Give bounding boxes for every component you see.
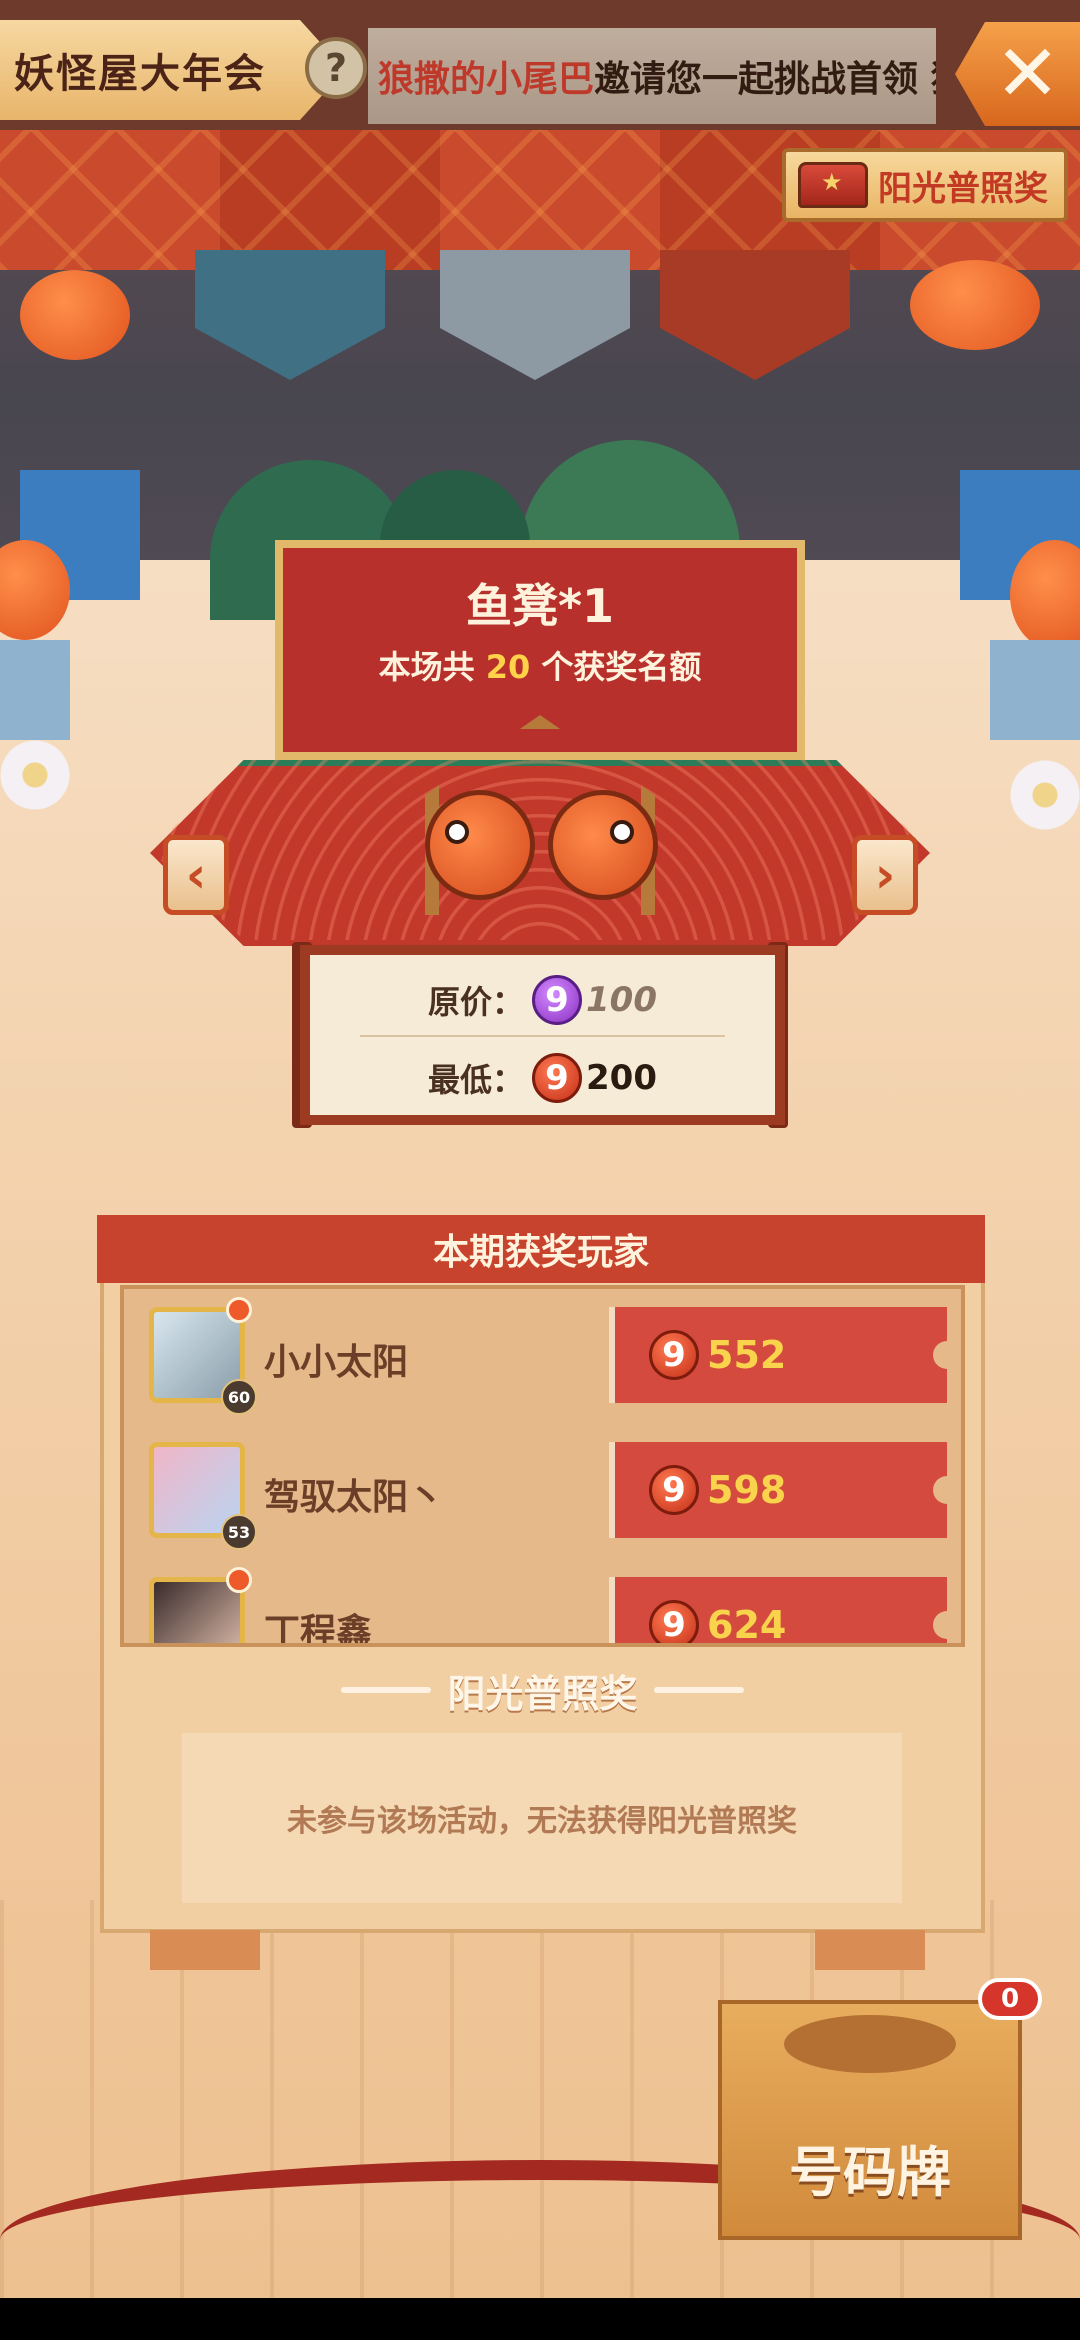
list-item[interactable]: 53 驾驭太阳丶 9 598 (124, 1424, 961, 1559)
price-divider (360, 1035, 725, 1037)
sunshine-award-message-box: 未参与该场活动，无法获得阳光普照奖 (182, 1733, 902, 1903)
sunshine-award-header: 阳光普照奖 (100, 1660, 985, 1720)
event-title-tab: 妖怪屋大年会 (0, 20, 345, 120)
flower-vase (0, 640, 70, 740)
navigation-bar-strip (0, 2298, 1080, 2340)
help-button[interactable]: ? (305, 37, 367, 99)
flower-decoration (1010, 760, 1080, 830)
player-name: 驾驭太阳丶 (264, 1477, 445, 1518)
number-tag-badge: 0 (978, 1978, 1042, 2020)
price-panel: 原价： 9 100 最低： 9 200 (300, 945, 785, 1125)
chevron-right-icon: › (874, 846, 896, 904)
close-icon: ✕ (994, 29, 1061, 119)
fish-lantern-icon (548, 790, 658, 900)
score-value: 552 (707, 1333, 787, 1377)
prize-name: 鱼凳*1 (465, 579, 615, 633)
chevron-left-icon: ‹ (185, 846, 207, 904)
fish-lantern-icon (425, 790, 535, 900)
prize-count-suffix: 个获奖名额 (541, 648, 702, 686)
list-item[interactable]: 60 小小太阳 9 552 (124, 1289, 961, 1424)
list-item[interactable]: 丁程鑫 9 624 (124, 1559, 961, 1647)
number-tag-label: 号码牌 (789, 2141, 951, 2204)
prize-count: 本场共 20 个获奖名额 (275, 642, 805, 688)
chest-icon (798, 162, 868, 208)
winners-header: 本期获奖玩家 (97, 1215, 985, 1283)
flower-vase (990, 640, 1080, 740)
event-title: 妖怪屋大年会 (14, 51, 266, 97)
panel-leg (815, 1930, 925, 1970)
divider-left (341, 1687, 432, 1693)
prize-count-prefix: 本场共 (378, 648, 475, 686)
winners-list[interactable]: 60 小小太阳 9 552 53 驾驭太阳丶 9 598 丁程鑫 9 624 (120, 1285, 965, 1647)
marquee-text: 狼撒的小尾巴邀请您一起挑战首领 猫 (368, 50, 936, 102)
prize-count-number: 20 (485, 648, 531, 686)
marquee-username: 狼撒的小尾巴 (378, 59, 595, 100)
orange-decoration (20, 270, 130, 360)
sunshine-award-button[interactable]: 阳光普照奖 (782, 148, 1068, 222)
score-value: 598 (707, 1468, 787, 1512)
score-bar: 9 552 (609, 1307, 961, 1403)
original-price-label: 原价： (428, 983, 525, 1021)
sunshine-award-message: 未参与该场活动，无法获得阳光普照奖 (287, 1804, 797, 1839)
panel-leg (150, 1930, 260, 1970)
avatar-badge-dot (226, 1567, 252, 1593)
announcement-marquee: 狼撒的小尾巴邀请您一起挑战首领 猫 (368, 28, 936, 124)
score-value: 624 (707, 1603, 787, 1647)
next-prize-button[interactable]: › (852, 835, 918, 915)
min-price-value: 200 (586, 1058, 657, 1098)
score-bar: 9 598 (609, 1442, 961, 1538)
red-coin-icon: 9 (649, 1600, 699, 1643)
fish-eye (445, 820, 469, 844)
box-slot (784, 2015, 956, 2073)
min-price-row: 最低： 9 200 (310, 1053, 775, 1103)
sunshine-award-title: 阳光普照奖 (447, 1671, 638, 1716)
level-badge: 60 (221, 1379, 257, 1415)
divider-right (653, 1687, 744, 1693)
score-bar: 9 624 (609, 1577, 961, 1647)
sunshine-award-label: 阳光普照奖 (878, 168, 1048, 209)
red-coin-icon: 9 (649, 1465, 699, 1515)
marquee-message: 邀请您一起挑战首领 (594, 59, 919, 100)
marquee-tail: 猫 (931, 59, 936, 100)
player-name: 丁程鑫 (264, 1612, 373, 1647)
min-price-label: 最低： (428, 1061, 525, 1099)
prev-prize-button[interactable]: ‹ (163, 835, 229, 915)
player-name: 小小太阳 (264, 1342, 409, 1383)
red-coin-icon: 9 (532, 1053, 583, 1103)
orange-decoration (910, 260, 1040, 350)
level-badge: 53 (221, 1514, 257, 1550)
original-price-value: 100 (586, 980, 657, 1020)
winners-title: 本期获奖玩家 (432, 1232, 649, 1273)
purple-coin-icon: 9 (532, 975, 583, 1025)
flower-decoration (0, 740, 70, 810)
avatar-badge-dot (226, 1297, 252, 1323)
red-coin-icon: 9 (649, 1330, 699, 1380)
original-price-row: 原价： 9 100 (310, 975, 775, 1025)
fish-eye (610, 820, 634, 844)
question-icon: ? (324, 46, 348, 90)
